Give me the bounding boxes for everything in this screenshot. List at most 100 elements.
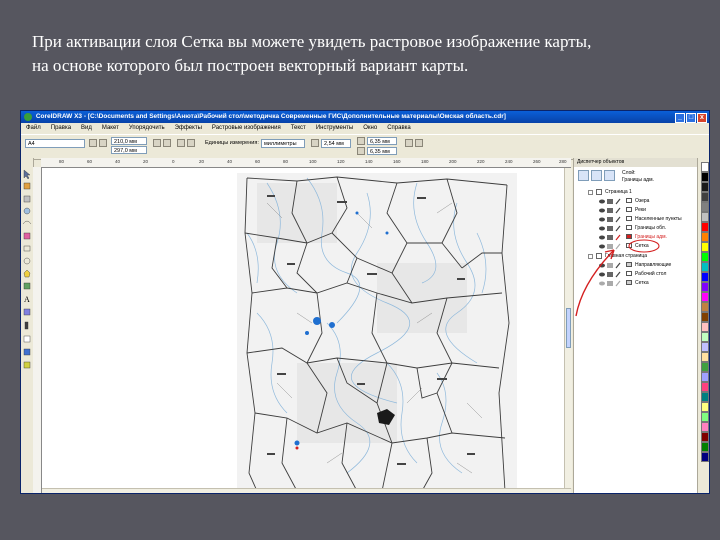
ruler-tick: 180 <box>421 159 429 164</box>
coreldraw-window: CorelDRAW X3 - [C:\Documents and Setting… <box>20 110 710 494</box>
palette-swatch[interactable] <box>701 392 709 402</box>
crop-tool-icon <box>23 195 31 203</box>
layer-color-swatch <box>626 207 632 212</box>
menu-text[interactable]: Текст <box>286 123 311 134</box>
raster-map-image[interactable] <box>237 173 517 494</box>
palette-swatch[interactable] <box>701 252 709 262</box>
minimize-button[interactable]: _ <box>675 113 685 123</box>
palette-swatch[interactable] <box>701 422 709 432</box>
caption-line-2: на основе которого был построен векторны… <box>32 56 469 75</box>
nudge-icon <box>311 139 319 147</box>
caption-line-1: При активации слоя Сетка вы можете увиде… <box>32 32 592 51</box>
tree-layer-settlements[interactable]: Населенные пункты <box>598 215 693 223</box>
palette-swatch[interactable] <box>701 432 709 442</box>
show-properties-icon[interactable] <box>578 170 589 181</box>
palette-swatch[interactable] <box>701 372 709 382</box>
tree-layer-rivers[interactable]: Реки <box>598 206 693 214</box>
paper-size-select[interactable]: A4 <box>25 139 85 148</box>
palette-swatch[interactable] <box>701 452 709 462</box>
layer-manager-view-icon[interactable] <box>604 170 615 181</box>
palette-swatch[interactable] <box>701 382 709 392</box>
palette-swatch[interactable] <box>701 262 709 272</box>
menu-window[interactable]: Окно <box>358 123 382 134</box>
page-landscape-icon[interactable] <box>163 139 171 147</box>
text-tool-icon: A <box>24 295 30 304</box>
horizontal-scrollbar[interactable] <box>42 488 571 493</box>
close-button[interactable]: x <box>697 113 707 123</box>
palette-swatch[interactable] <box>701 292 709 302</box>
palette-swatch[interactable] <box>701 192 709 202</box>
palette-swatch[interactable] <box>701 282 709 292</box>
palette-swatch[interactable] <box>701 412 709 422</box>
menu-tools[interactable]: Инструменты <box>311 123 358 134</box>
palette-swatch[interactable] <box>701 362 709 372</box>
menu-edit[interactable]: Правка <box>46 123 76 134</box>
maximize-button[interactable]: □ <box>686 113 696 123</box>
current-page-icon[interactable] <box>187 139 195 147</box>
palette-swatch[interactable] <box>701 222 709 232</box>
ruler-tick: 0 <box>172 159 175 164</box>
menu-help[interactable]: Справка <box>382 123 416 134</box>
palette-swatch[interactable] <box>701 402 709 412</box>
outline-tool-icon <box>23 335 31 343</box>
palette-swatch[interactable] <box>701 272 709 282</box>
layer-visibility-print-edit-icons[interactable] <box>598 198 624 205</box>
palette-swatch[interactable] <box>701 312 709 322</box>
color-palette <box>697 158 709 493</box>
ruler-tick: 20 <box>199 159 205 164</box>
palette-swatch[interactable] <box>701 172 709 182</box>
fill-tool-icon <box>23 348 31 356</box>
options-icon[interactable] <box>415 139 423 147</box>
interactive-fill-tool-icon <box>23 361 31 369</box>
ruler-tick: 20 <box>143 159 149 164</box>
duplicate-x-field[interactable]: 6,35 мм <box>367 137 397 145</box>
horizontal-ruler[interactable]: 80 60 40 20 0 20 40 60 80 100 120 140 16… <box>41 158 571 168</box>
palette-swatch[interactable] <box>701 342 709 352</box>
interactive-blend-tool-icon <box>23 308 31 316</box>
menu-bitmaps[interactable]: Растровые изображения <box>207 123 286 134</box>
vertical-ruler[interactable] <box>33 167 42 493</box>
palette-swatch[interactable] <box>701 162 709 172</box>
palette-swatch[interactable] <box>701 442 709 452</box>
palette-swatch[interactable] <box>701 352 709 362</box>
palette-swatch[interactable] <box>701 182 709 192</box>
palette-swatch[interactable] <box>701 202 709 212</box>
palette-swatch[interactable] <box>701 322 709 332</box>
page-icon <box>596 189 602 195</box>
page-height-field[interactable]: 297,0 мм <box>111 146 147 154</box>
layer-visibility-print-edit-icons[interactable] <box>598 216 624 223</box>
tree-label: Населенные пункты <box>635 216 682 222</box>
vertical-scrollbar-thumb[interactable] <box>566 308 571 348</box>
menu-layout[interactable]: Макет <box>97 123 124 134</box>
nudge-distance-field[interactable]: 2,54 мм <box>321 139 351 148</box>
title-bar[interactable]: CorelDRAW X3 - [C:\Documents and Setting… <box>21 111 709 123</box>
palette-swatch[interactable] <box>701 302 709 312</box>
ruler-tick: 240 <box>505 159 513 164</box>
freehand-tool-icon <box>22 220 32 225</box>
palette-swatch[interactable] <box>701 242 709 252</box>
units-select[interactable]: миллиметры <box>261 139 305 148</box>
units-label: Единицы измерения: <box>205 140 259 146</box>
palette-swatch[interactable] <box>701 232 709 242</box>
page-width-field[interactable]: 210,0 мм <box>111 137 147 145</box>
palette-swatch[interactable] <box>701 332 709 342</box>
menu-arrange[interactable]: Упорядочить <box>124 123 170 134</box>
eyedropper-tool-icon <box>24 321 29 330</box>
treat-as-filled-icon[interactable] <box>405 139 413 147</box>
menu-effects[interactable]: Эффекты <box>170 123 207 134</box>
edit-across-layers-icon[interactable] <box>591 170 602 181</box>
layer-visibility-print-edit-icons[interactable] <box>598 207 624 214</box>
orientation-landscape-icon[interactable] <box>99 139 107 147</box>
menu-bar: Файл Правка Вид Макет Упорядочить Эффекты Раст… <box>21 123 709 134</box>
page-portrait-icon[interactable] <box>153 139 161 147</box>
menu-file[interactable]: Файл <box>21 123 46 134</box>
ellipse-tool-icon <box>23 257 31 265</box>
orientation-portrait-icon[interactable] <box>89 139 97 147</box>
palette-swatch[interactable] <box>701 212 709 222</box>
vertical-scrollbar[interactable] <box>564 168 572 488</box>
duplicate-y-field[interactable]: 6,35 мм <box>367 147 397 155</box>
menu-view[interactable]: Вид <box>76 123 97 134</box>
all-pages-icon[interactable] <box>177 139 185 147</box>
tree-layer-lakes[interactable]: Озера <box>598 197 693 205</box>
collapse-toggle-icon[interactable] <box>588 190 593 195</box>
